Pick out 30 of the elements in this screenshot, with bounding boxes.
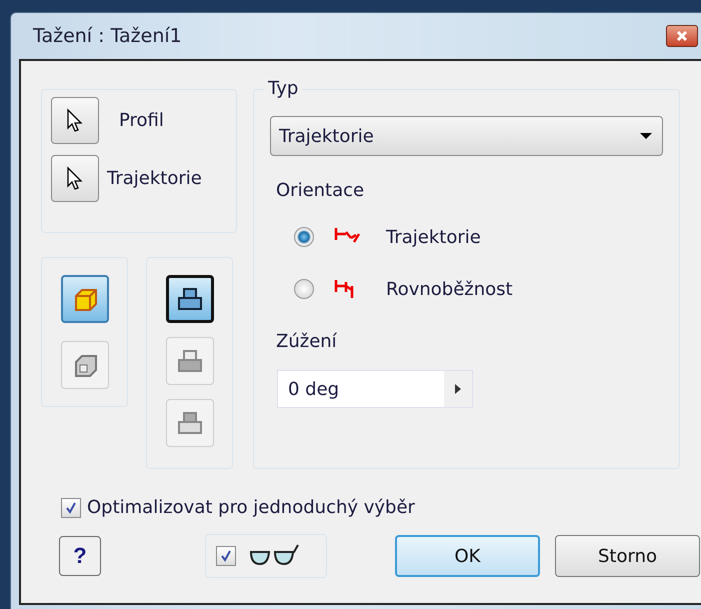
orientation-label: Orientace (276, 180, 366, 201)
select-button[interactable] (51, 97, 99, 144)
radio-label: Rovnoběžnost (386, 278, 513, 300)
help-button[interactable]: ? (59, 536, 101, 576)
group-legend: Typ (264, 78, 302, 99)
type-dropdown[interactable]: Trajektorie (270, 116, 663, 156)
cursor-icon (65, 166, 85, 192)
arrow-right-icon (455, 384, 461, 394)
selection-label: Trajektorie (107, 168, 202, 189)
window-title: Tažení : Tažení1 (33, 25, 182, 47)
checkbox-label: Optimalizovat pro jednoduchý výběr (87, 497, 415, 518)
glasses-icon (248, 544, 300, 568)
radio-label: Trajektorie (386, 226, 481, 248)
cursor-icon (65, 108, 85, 134)
dialog-button[interactable]: OK (395, 535, 540, 577)
caret-icon (640, 132, 652, 140)
preview-checkbox[interactable] (216, 546, 236, 566)
radio-button[interactable] (294, 279, 314, 299)
radio-button[interactable] (294, 227, 314, 247)
checkbox[interactable] (61, 498, 81, 518)
selection-label: Profil (119, 110, 164, 131)
dialog-button[interactable]: Storno (555, 535, 700, 577)
taper-field[interactable]: 0 deg (277, 370, 473, 408)
close-icon (675, 30, 689, 42)
tool-button[interactable] (166, 275, 214, 323)
checkmark-icon (220, 550, 232, 562)
select-button[interactable] (51, 155, 99, 202)
close-button[interactable] (666, 25, 698, 47)
taper-label: Zúžení (276, 331, 338, 352)
checkmark-icon (65, 502, 77, 514)
